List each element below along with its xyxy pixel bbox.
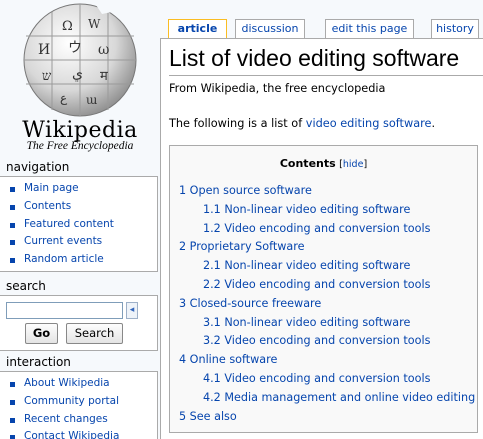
interaction-item-about[interactable]: About Wikipedia [8,375,157,393]
puzzle-globe-icon: Ω W И ウ ω ש ي म ع ɯ [23,2,137,117]
search-heading: search [6,279,46,293]
toc-hide-link[interactable]: hide [343,159,364,170]
interaction-item-contact[interactable]: Contact Wikipedia [8,428,157,439]
bullet-icon [10,399,15,405]
toc-item[interactable]: 4.2 Media management and online video ed… [179,389,475,408]
search-suggest-icon[interactable]: ◂ [126,302,138,319]
go-button[interactable]: Go [25,323,58,344]
svg-text:ع: ع [60,91,68,105]
interaction-item-label[interactable]: Recent changes [24,413,108,425]
interaction-item-label[interactable]: Community portal [24,395,119,407]
svg-text:ω: ω [98,42,109,58]
nav-item-label[interactable]: Contents [24,200,71,212]
interaction-item-label[interactable]: Contact Wikipedia [24,430,119,439]
toc-item[interactable]: 5 See also [179,408,475,427]
bullet-icon [10,204,15,210]
nav-item-contents[interactable]: Contents [8,198,157,216]
interaction-item-label[interactable]: About Wikipedia [24,377,110,389]
interaction-portlet: interaction About Wikipedia Community po… [0,355,158,439]
toc-item[interactable]: 3 Closed-source freeware [179,295,475,314]
toc-item[interactable]: 1.1 Non-linear video editing software [179,201,475,220]
intro-link[interactable]: video editing software [306,117,432,130]
nav-item-current-events[interactable]: Current events [8,233,157,251]
navigation-box: Main page Contents Featured content Curr… [0,176,158,272]
toc-item[interactable]: 1 Open source software [179,182,475,201]
toc-bracket-close: ] [363,159,368,170]
bullet-icon [10,417,15,423]
intro-text: The following is a list of [169,117,306,130]
table-of-contents: Contents [hide] 1 Open source software 1… [169,145,478,433]
toc-item[interactable]: 4.1 Video encoding and conversion tools [179,370,475,389]
nav-item-label[interactable]: Main page [24,182,79,194]
bullet-icon [10,435,15,439]
content-area: List of video editing software From Wiki… [160,38,483,439]
svg-text:Ω: Ω [62,19,73,34]
tab-edit-this-page[interactable]: edit this page [325,19,414,38]
toc-item[interactable]: 2.2 Video encoding and conversion tools [179,276,475,295]
tab-history[interactable]: history [431,19,479,38]
tab-article[interactable]: article [168,19,227,38]
intro-suffix: . [431,117,436,130]
bullet-icon [10,240,15,246]
nav-item-main-page[interactable]: Main page [8,180,157,198]
nav-item-label[interactable]: Current events [24,235,102,247]
svg-text:ש: ש [42,69,52,84]
site-subtitle: From Wikipedia, the free encyclopedia [169,82,386,95]
interaction-item-recent-changes[interactable]: Recent changes [8,411,157,429]
search-portlet: search ◂ Go Search [0,279,158,351]
navigation-heading: navigation [6,160,70,174]
title-divider [169,75,483,76]
nav-item-label[interactable]: Featured content [24,218,114,230]
tab-discussion[interactable]: discussion [235,19,305,38]
navigation-portlet: navigation Main page Contents Featured c… [0,160,158,272]
toc-item[interactable]: 2.1 Non-linear video editing software [179,257,475,276]
svg-text:ي: ي [72,66,83,82]
svg-text:ウ: ウ [68,40,82,56]
bullet-icon [10,258,15,264]
toc-heading: Contents [279,157,336,170]
nav-item-featured-content[interactable]: Featured content [8,216,157,234]
nav-item-random-article[interactable]: Random article [8,251,157,269]
bullet-icon [10,222,15,228]
toc-item[interactable]: 4 Online software [179,351,475,370]
wikipedia-logo[interactable]: Ω W И ウ ω ש ي म ع ɯ Wikipedia The Free E… [0,0,160,160]
interaction-box: About Wikipedia Community portal Recent … [0,371,158,439]
logo-tagline: The Free Encyclopedia [26,140,134,152]
page-title: List of video editing software [169,45,460,71]
bullet-icon [10,382,15,387]
svg-text:И: И [38,42,50,58]
toc-item[interactable]: 3.2 Video encoding and conversion tools [179,332,475,351]
svg-text:म: म [100,69,108,84]
search-box: ◂ Go Search [0,295,158,351]
toc-title: Contents [hide] [170,157,477,170]
interaction-heading: interaction [6,355,71,369]
toc-item[interactable]: 3.1 Non-linear video editing software [179,314,475,333]
toc-item[interactable]: 1.2 Video encoding and conversion tools [179,220,475,239]
search-button[interactable]: Search [66,323,123,344]
search-input[interactable] [6,302,123,319]
bullet-icon [10,187,15,192]
nav-item-label[interactable]: Random article [24,253,104,265]
intro-paragraph: The following is a list of video editing… [169,117,435,130]
svg-text:ɯ: ɯ [86,93,97,107]
toc-item[interactable]: 2 Proprietary Software [179,238,475,257]
svg-text:W: W [88,17,101,31]
interaction-item-community-portal[interactable]: Community portal [8,393,157,411]
toc-list: 1 Open source software 1.1 Non-linear vi… [179,182,475,426]
